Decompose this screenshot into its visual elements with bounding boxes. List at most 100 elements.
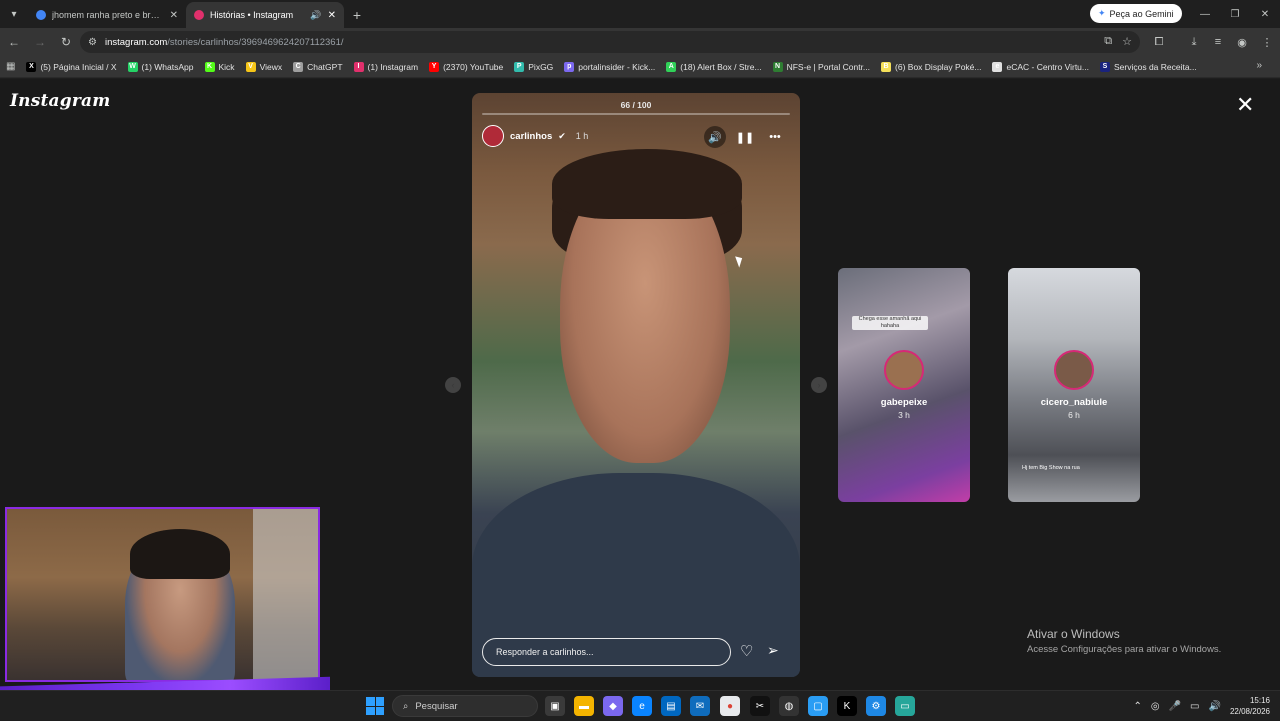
taskbar-search[interactable]: ⌕ Pesquisar <box>392 695 538 717</box>
tab-close-icon[interactable]: ✕ <box>328 10 336 21</box>
browser-toolbar: ← → ↻ ⚙ instagram.com /stories/carlinhos… <box>0 28 1280 56</box>
copilot-icon[interactable]: ◆ <box>603 696 623 716</box>
window-close-icon[interactable]: ✕ <box>1250 0 1280 28</box>
bookmark-label: Serviços da Receita... <box>1114 61 1197 72</box>
clock-time: 15:16 <box>1249 696 1270 705</box>
bookmarks-overflow-icon[interactable]: » <box>1256 60 1262 71</box>
taskbar-clock[interactable]: 15:16 22/08/2026 <box>1230 695 1270 717</box>
speaker-icon[interactable]: 🔊 <box>1209 701 1221 712</box>
bookmark-item[interactable]: B (6) Box Display Poké... <box>881 61 981 72</box>
tab-jhomem[interactable]: jhomem ranha preto e branco ✕ <box>28 2 186 28</box>
reply-input[interactable] <box>482 638 731 666</box>
tab-search-chevron-icon[interactable]: ▾ <box>0 0 28 28</box>
display-icon[interactable]: ▭ <box>1190 701 1199 712</box>
preview-tag-text: Chega esse amanhã aqui hahaha <box>852 316 928 330</box>
bookmark-item[interactable]: S Serviços da Receita... <box>1100 61 1197 72</box>
story-author[interactable]: carlinhos ✔ 1 h <box>482 125 588 147</box>
kick-app-icon[interactable]: K <box>837 696 857 716</box>
speaker-icon[interactable]: 🔊 <box>310 10 321 21</box>
network-icon[interactable]: ◎ <box>1151 701 1160 712</box>
bookmark-label: (18) Alert Box / Stre... <box>680 61 762 72</box>
microphone-icon[interactable]: 🎤 <box>1169 701 1181 712</box>
heart-icon[interactable]: ♡ <box>740 642 753 660</box>
pause-icon[interactable]: ❚❚ <box>734 126 756 148</box>
forward-arrow-icon[interactable]: → <box>28 30 52 54</box>
volume-icon[interactable]: 🔊 <box>704 126 726 148</box>
more-options-icon[interactable]: ••• <box>764 126 786 148</box>
tab-close-icon[interactable]: ✕ <box>170 10 178 21</box>
activation-title: Ativar o Windows <box>1027 627 1120 641</box>
story-image-hair <box>552 149 742 219</box>
story-progress-bar <box>482 113 790 115</box>
download-icon[interactable]: ⤓ <box>1185 33 1203 51</box>
story-preview-gabepeixe[interactable]: Chega esse amanhã aqui hahaha gabepeixe … <box>838 268 970 502</box>
bookmark-item[interactable]: X (5) Página Inicial / X <box>26 61 117 72</box>
bookmark-item[interactable]: K Kick <box>204 61 235 72</box>
minimize-icon[interactable]: — <box>1190 0 1220 28</box>
bookmark-item[interactable]: C ChatGPT <box>293 61 343 72</box>
back-arrow-icon[interactable]: ← <box>2 30 26 54</box>
bookmark-label: Viewx <box>259 61 283 72</box>
outlook-icon[interactable]: ✉ <box>690 696 710 716</box>
previous-story-icon[interactable]: ‹ <box>445 377 461 393</box>
bookmark-star-icon[interactable]: ☆ <box>1122 35 1132 48</box>
taskbar-search-placeholder: Pesquisar <box>415 700 458 712</box>
instagram-logo[interactable]: Instagram <box>10 91 110 111</box>
story-preview-cicero-nabiule[interactable]: cicero_nabiule 6 h Hj tem Big Show na ru… <box>1008 268 1140 502</box>
bookmark-favicon-icon: N <box>772 61 783 72</box>
preview-time: 6 h <box>1068 410 1080 420</box>
windows-start-icon[interactable] <box>366 697 384 715</box>
close-stories-icon[interactable]: ✕ <box>1236 94 1254 116</box>
capcut-icon[interactable]: ✂ <box>750 696 770 716</box>
file-explorer-icon[interactable]: ▬ <box>574 696 594 716</box>
avatar[interactable] <box>482 125 504 147</box>
restore-icon[interactable]: ❐ <box>1220 0 1250 28</box>
bookmark-item[interactable]: N NFS-e | Portal Contr... <box>772 61 871 72</box>
bookmark-item[interactable]: W (1) WhatsApp <box>127 61 194 72</box>
app-icon[interactable]: ⚙ <box>866 696 886 716</box>
active-story[interactable]: 66 / 100 carlinhos ✔ 1 h 🔊 ❚❚ ••• ♡ ➢ <box>472 93 800 677</box>
gemini-button[interactable]: ✦ Peça ao Gemini <box>1090 4 1182 23</box>
send-icon[interactable]: ➢ <box>767 642 779 659</box>
story-time: 1 h <box>575 131 589 141</box>
site-info-icon[interactable]: ⚙ <box>88 37 97 48</box>
tab-search-icon[interactable]: ≡ <box>1209 33 1227 51</box>
profile-avatar-icon[interactable]: ◉ <box>1233 33 1251 51</box>
reload-icon[interactable]: ↻ <box>54 30 78 54</box>
store-icon[interactable]: ▤ <box>661 696 681 716</box>
extensions-icon[interactable]: ⧠ <box>1150 33 1168 51</box>
bookmark-item[interactable]: V Viewx <box>245 61 283 72</box>
verified-badge-icon: ✔ <box>558 130 566 141</box>
chrome-icon[interactable]: ● <box>720 696 740 716</box>
bookmark-item[interactable]: I (1) Instagram <box>353 61 418 72</box>
app-icon[interactable]: ▢ <box>808 696 828 716</box>
install-app-icon[interactable]: ⧉ <box>1104 35 1112 48</box>
bookmark-favicon-icon: S <box>1100 61 1110 72</box>
bookmark-favicon-icon: V <box>245 61 256 72</box>
new-tab-button[interactable]: + <box>344 2 370 28</box>
address-bar[interactable]: ⚙ instagram.com /stories/carlinhos/39694… <box>80 31 1140 53</box>
bookmark-item[interactable]: P PixGG <box>514 61 554 72</box>
obs-icon[interactable]: ◍ <box>779 696 799 716</box>
task-view-icon[interactable]: ▣ <box>545 696 565 716</box>
bookmark-item[interactable]: A (18) Alert Box / Stre... <box>666 61 762 72</box>
bookmark-item[interactable]: Y (2370) YouTube <box>429 61 503 72</box>
google-icon <box>36 10 46 20</box>
avatar <box>1054 350 1094 390</box>
bookmark-label: NFS-e | Portal Contr... <box>786 61 871 72</box>
app-icon[interactable]: ▭ <box>895 696 915 716</box>
tray-overflow-icon[interactable]: ⌃ <box>1133 701 1141 712</box>
tab-instagram-stories[interactable]: Histórias • Instagram 🔊 ✕ <box>186 2 344 28</box>
next-story-icon[interactable]: › <box>811 377 827 393</box>
bookmark-label: PixGG <box>528 61 554 72</box>
bookmark-favicon-icon: e <box>992 61 1003 72</box>
webcam-overlay <box>5 507 320 682</box>
bookmark-item[interactable]: p portalinsider - Kick... <box>564 61 655 72</box>
edge-icon[interactable]: e <box>632 696 652 716</box>
bookmark-item[interactable]: e eCAC - Centro Virtu... <box>992 61 1089 72</box>
story-username[interactable]: carlinhos <box>510 131 552 142</box>
more-menu-icon[interactable]: ⋮ <box>1258 33 1276 51</box>
apps-grid-icon[interactable]: ▦ <box>6 61 15 72</box>
bookmark-favicon-icon: C <box>293 61 304 72</box>
bookmark-favicon-icon: I <box>353 61 364 72</box>
